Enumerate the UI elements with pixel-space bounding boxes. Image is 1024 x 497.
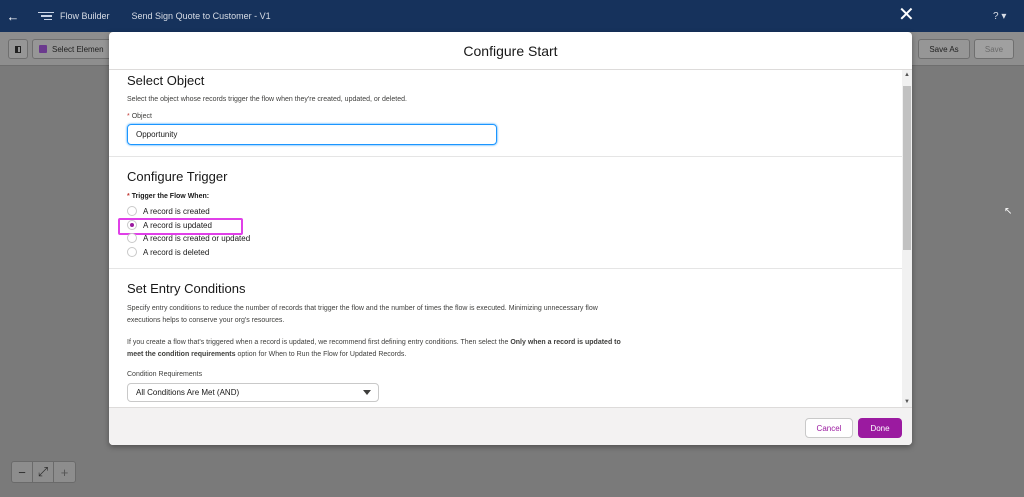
desc-text: If you create a flow that's triggered wh… xyxy=(127,339,511,346)
scroll-up-icon[interactable]: ▲ xyxy=(904,72,910,78)
cube-icon xyxy=(39,45,47,53)
configure-trigger-title: Configure Trigger xyxy=(127,169,228,184)
section-divider xyxy=(109,156,902,157)
close-icon[interactable]: ✕ xyxy=(898,5,915,25)
panel-icon xyxy=(15,45,21,53)
fit-view-button[interactable]: ⤢ xyxy=(33,462,54,482)
help-menu-button[interactable]: ? ▾ xyxy=(993,11,1006,22)
zoom-out-button[interactable]: − xyxy=(12,462,33,482)
cancel-button[interactable]: Cancel xyxy=(805,418,853,438)
configure-start-modal: Configure Start Select Object Select the… xyxy=(109,32,912,445)
modal-footer: Cancel Done xyxy=(109,407,912,445)
save-button[interactable]: Save xyxy=(974,39,1014,59)
entry-conditions-desc-2b: meet the condition requirements option f… xyxy=(127,349,406,361)
select-object-description: Select the object whose records trigger … xyxy=(127,96,407,103)
trigger-label-text: Trigger the Flow When: xyxy=(131,193,210,200)
radio-record-created-or-updated[interactable]: A record is created or updated xyxy=(127,232,250,244)
object-input[interactable]: Opportunity xyxy=(127,124,497,145)
object-field-label-text: Object xyxy=(131,113,152,120)
zoom-in-button[interactable]: + xyxy=(54,462,75,482)
required-marker: * xyxy=(127,113,130,120)
flow-builder-icon xyxy=(38,11,54,21)
section-divider xyxy=(109,268,902,269)
toggle-panel-button[interactable] xyxy=(8,39,28,59)
modal-title: Configure Start xyxy=(109,32,912,70)
chevron-down-icon xyxy=(363,390,371,395)
desc-text: option for When to Run the Flow for Upda… xyxy=(235,351,407,358)
radio-label: A record is deleted xyxy=(143,247,210,257)
entry-conditions-desc-1a: Specify entry conditions to reduce the n… xyxy=(127,305,598,312)
select-object-title: Select Object xyxy=(127,73,205,88)
radio-button[interactable] xyxy=(127,247,137,257)
back-arrow-icon[interactable]: ← xyxy=(0,9,26,24)
modal-body: Select Object Select the object whose re… xyxy=(109,70,912,407)
condition-requirements-label: Condition Requirements xyxy=(127,371,203,378)
app-name: Flow Builder xyxy=(60,11,110,21)
trigger-label: * Trigger the Flow When: xyxy=(127,193,209,200)
condition-requirements-value: All Conditions Are Met (AND) xyxy=(136,388,240,397)
radio-button[interactable] xyxy=(127,206,137,216)
zoom-controls: − ⤢ + xyxy=(11,461,76,483)
radio-label: A record is created or updated xyxy=(143,233,251,243)
mouse-cursor-icon: ↖ xyxy=(1004,206,1013,217)
flow-name: Send Sign Quote to Customer - V1 xyxy=(131,11,271,21)
desc-bold-text: Only when a record is updated to xyxy=(510,339,621,346)
scroll-down-icon[interactable]: ▼ xyxy=(904,399,910,405)
entry-conditions-title: Set Entry Conditions xyxy=(127,281,246,296)
radio-button[interactable] xyxy=(127,233,137,243)
entry-conditions-desc-1b: executions helps to conserve your org's … xyxy=(127,317,285,324)
done-button[interactable]: Done xyxy=(858,418,902,438)
scrollbar-thumb[interactable] xyxy=(903,86,911,250)
app-header: ← Flow Builder Send Sign Quote to Custom… xyxy=(0,0,1024,32)
radio-label: A record is created xyxy=(143,206,210,216)
desc-bold-text: meet the condition requirements xyxy=(127,351,236,358)
required-marker: * xyxy=(127,193,130,200)
entry-conditions-desc-2a: If you create a flow that's triggered wh… xyxy=(127,337,621,349)
object-field-label: * Object xyxy=(127,113,152,120)
condition-requirements-select[interactable]: All Conditions Are Met (AND) xyxy=(127,383,379,402)
save-as-button[interactable]: Save As xyxy=(918,39,970,59)
radio-record-created[interactable]: A record is created xyxy=(127,205,210,217)
radio-record-deleted[interactable]: A record is deleted xyxy=(127,246,209,258)
select-elements-label: Select Elemen xyxy=(52,44,104,54)
scrollbar[interactable]: ▲ ▼ xyxy=(902,70,912,407)
